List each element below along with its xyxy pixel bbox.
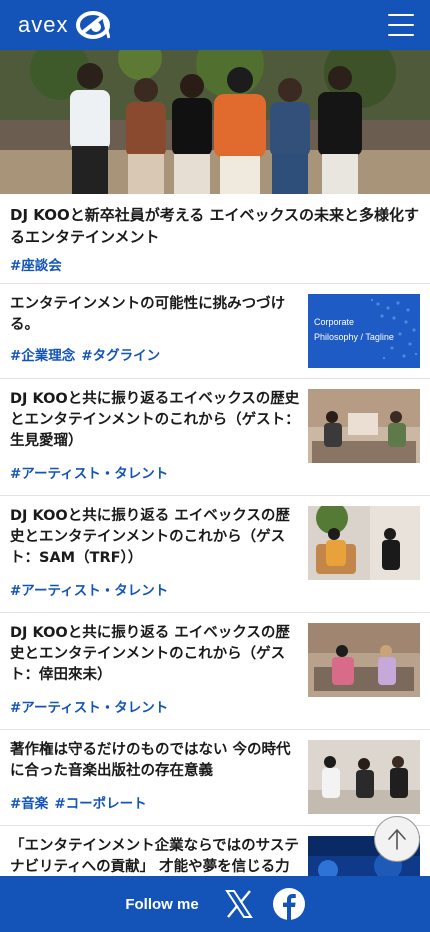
featured-article-title[interactable]: DJ KOOと新卒社員が考える エイベックスの未来と多様化するエンタテインメント xyxy=(10,204,420,248)
interview-photo xyxy=(308,623,420,697)
tag-link[interactable]: #座談会 xyxy=(10,258,62,274)
article-title[interactable]: エンタテインメントの可能性に挑みつづける。 xyxy=(10,294,300,336)
scroll-to-top-button[interactable] xyxy=(374,816,420,862)
article-title[interactable]: DJ KOOと共に振り返る エイベックスの歴史とエンタテインメントのこれから（ゲ… xyxy=(10,623,300,686)
article-tags: #アーティスト・タレント xyxy=(10,462,300,482)
tag-link[interactable]: #タグライン xyxy=(81,348,160,364)
corporate-philosophy-thumbnail: Corporate Philosophy / Tagline xyxy=(308,294,420,368)
article-tags: #音楽 #コーポレート xyxy=(10,792,300,812)
article-thumbnail[interactable] xyxy=(308,623,420,697)
hero-group-photo xyxy=(0,50,430,194)
tag-link[interactable]: #アーティスト・タレント xyxy=(10,700,168,716)
article-item[interactable]: エンタテインメントの可能性に挑みつづける。 #企業理念 #タグライン Corpor… xyxy=(0,284,430,379)
article-thumbnail[interactable] xyxy=(308,740,420,814)
site-header: avex xyxy=(0,0,430,50)
follow-bar: Follow me xyxy=(0,876,430,932)
hamburger-menu-icon[interactable] xyxy=(388,14,414,36)
article-thumbnail[interactable]: Corporate Philosophy / Tagline xyxy=(308,294,420,368)
article-title[interactable]: 著作権は守るだけのものではない 今の時代に合った音楽出版社の存在意義 xyxy=(10,740,300,782)
x-logo-icon[interactable] xyxy=(223,888,255,920)
article-item[interactable]: DJ KOOと共に振り返る エイベックスの歴史とエンタテインメントのこれから（ゲ… xyxy=(0,496,430,613)
logo-text: avex xyxy=(18,12,69,37)
tag-link[interactable]: #企業理念 xyxy=(10,348,75,364)
interview-photo xyxy=(308,506,420,580)
facebook-logo-icon[interactable] xyxy=(272,888,305,920)
article-thumbnail[interactable] xyxy=(308,506,420,580)
article-title[interactable]: DJ KOOと共に振り返るエイベックスの歴史とエンタテインメントのこれから（ゲス… xyxy=(10,389,300,452)
featured-article-tags: #座談会 xyxy=(10,254,420,274)
tag-link[interactable]: #コーポレート xyxy=(54,796,146,812)
article-item[interactable]: DJ KOOと共に振り返る エイベックスの歴史とエンタテインメントのこれから（ゲ… xyxy=(0,613,430,730)
article-item[interactable]: 著作権は守るだけのものではない 今の時代に合った音楽出版社の存在意義 #音楽 #コ… xyxy=(0,730,430,826)
avex-logo[interactable]: avex xyxy=(18,11,111,39)
article-tags: #企業理念 #タグライン xyxy=(10,344,300,364)
arrow-up-icon xyxy=(388,829,406,850)
interview-photo xyxy=(308,389,420,463)
interview-photo xyxy=(308,740,420,814)
tag-link[interactable]: #アーティスト・タレント xyxy=(10,466,168,482)
tag-link[interactable]: #アーティスト・タレント xyxy=(10,583,168,599)
tag-link[interactable]: #音楽 xyxy=(10,796,48,812)
article-tags: #アーティスト・タレント xyxy=(10,579,300,599)
article-list: エンタテインメントの可能性に挑みつづける。 #企業理念 #タグライン Corpor… xyxy=(0,284,430,886)
article-title[interactable]: DJ KOOと共に振り返る エイベックスの歴史とエンタテインメントのこれから（ゲ… xyxy=(10,506,300,569)
thumb-caption-line2: Philosophy / Tagline xyxy=(314,332,394,342)
article-thumbnail[interactable] xyxy=(308,389,420,463)
follow-me-label: Follow me xyxy=(125,895,199,913)
article-item[interactable]: DJ KOOと共に振り返るエイベックスの歴史とエンタテインメントのこれから（ゲス… xyxy=(0,379,430,496)
feature-hero-image[interactable] xyxy=(0,50,430,194)
article-tags: #アーティスト・タレント xyxy=(10,696,300,716)
avex-a-mark-icon xyxy=(76,11,111,39)
thumb-caption-line1: Corporate xyxy=(314,317,354,327)
featured-article[interactable]: DJ KOOと新卒社員が考える エイベックスの未来と多様化するエンタテインメント… xyxy=(0,194,430,284)
